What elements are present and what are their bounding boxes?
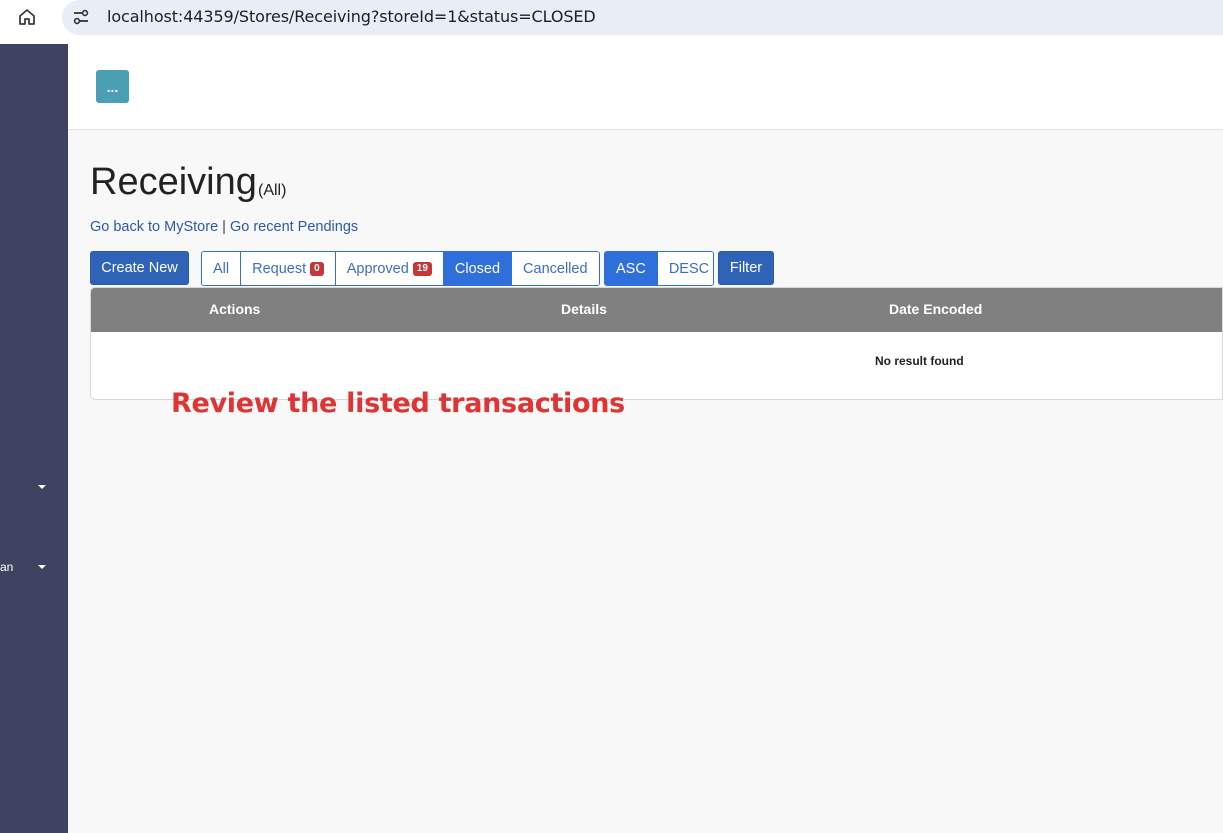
home-icon[interactable] xyxy=(14,4,40,30)
page-subtitle: (All) xyxy=(258,182,287,199)
sort-label: DESC xyxy=(668,260,710,277)
url-text[interactable]: localhost:44359/Stores/Receiving?storeId… xyxy=(107,7,596,26)
browser-address-bar: localhost:44359/Stores/Receiving?storeId… xyxy=(0,0,1223,44)
back-to-mystore-link[interactable]: Go back to MyStore xyxy=(90,219,218,235)
tab-label: Approved xyxy=(346,260,409,277)
sort-label: ASC xyxy=(616,260,646,277)
sidebar-item-2[interactable]: an xyxy=(0,558,68,578)
main-content: Receiving (All) Go back to MyStore | Go … xyxy=(68,130,1223,833)
sort-asc-button[interactable]: ASC xyxy=(605,252,658,285)
empty-message: No result found xyxy=(875,354,964,368)
status-filter-group: All Request 0 Approved 19 Closed Cancell… xyxy=(201,251,600,286)
site-settings-icon[interactable] xyxy=(70,6,92,28)
filter-button[interactable]: Filter xyxy=(718,251,774,285)
annotation-text: Review the listed transactions xyxy=(171,388,625,419)
sidebar-item-1[interactable] xyxy=(0,478,68,498)
tab-all[interactable]: All xyxy=(202,252,242,285)
column-header-date-encoded: Date Encoded xyxy=(889,301,983,317)
page-title: Receiving xyxy=(90,161,257,203)
link-separator: | xyxy=(222,219,226,235)
approved-count-badge: 19 xyxy=(412,261,432,276)
column-header-details: Details xyxy=(561,301,607,317)
menu-button[interactable]: ... xyxy=(96,70,129,103)
tab-request[interactable]: Request 0 xyxy=(241,252,336,285)
tab-label: All xyxy=(213,260,230,277)
sort-group: ASC DESC xyxy=(604,251,714,286)
tab-cancelled[interactable]: Cancelled xyxy=(512,252,599,285)
table-header: Actions Details Date Encoded xyxy=(91,288,1222,332)
sidebar-item-label: an xyxy=(0,560,14,574)
tab-label: Cancelled xyxy=(523,260,588,277)
caret-down-icon xyxy=(38,565,46,569)
transactions-table: Actions Details Date Encoded No result f… xyxy=(90,287,1223,400)
create-new-button[interactable]: Create New xyxy=(90,251,189,285)
column-header-actions: Actions xyxy=(209,301,261,317)
caret-down-icon xyxy=(38,485,46,489)
tab-approved[interactable]: Approved 19 xyxy=(335,252,444,285)
tab-closed[interactable]: Closed xyxy=(443,252,513,285)
sidebar: an xyxy=(0,44,68,833)
top-header: ... xyxy=(68,44,1223,130)
request-count-badge: 0 xyxy=(310,261,324,276)
tab-label: Closed xyxy=(454,260,501,277)
sort-desc-button[interactable]: DESC xyxy=(657,252,713,285)
breadcrumb-links: Go back to MyStore | Go recent Pendings xyxy=(90,219,358,235)
recent-pendings-link[interactable]: Go recent Pendings xyxy=(230,219,358,235)
tab-label: Request xyxy=(252,260,307,277)
url-field[interactable]: localhost:44359/Stores/Receiving?storeId… xyxy=(62,0,1223,35)
